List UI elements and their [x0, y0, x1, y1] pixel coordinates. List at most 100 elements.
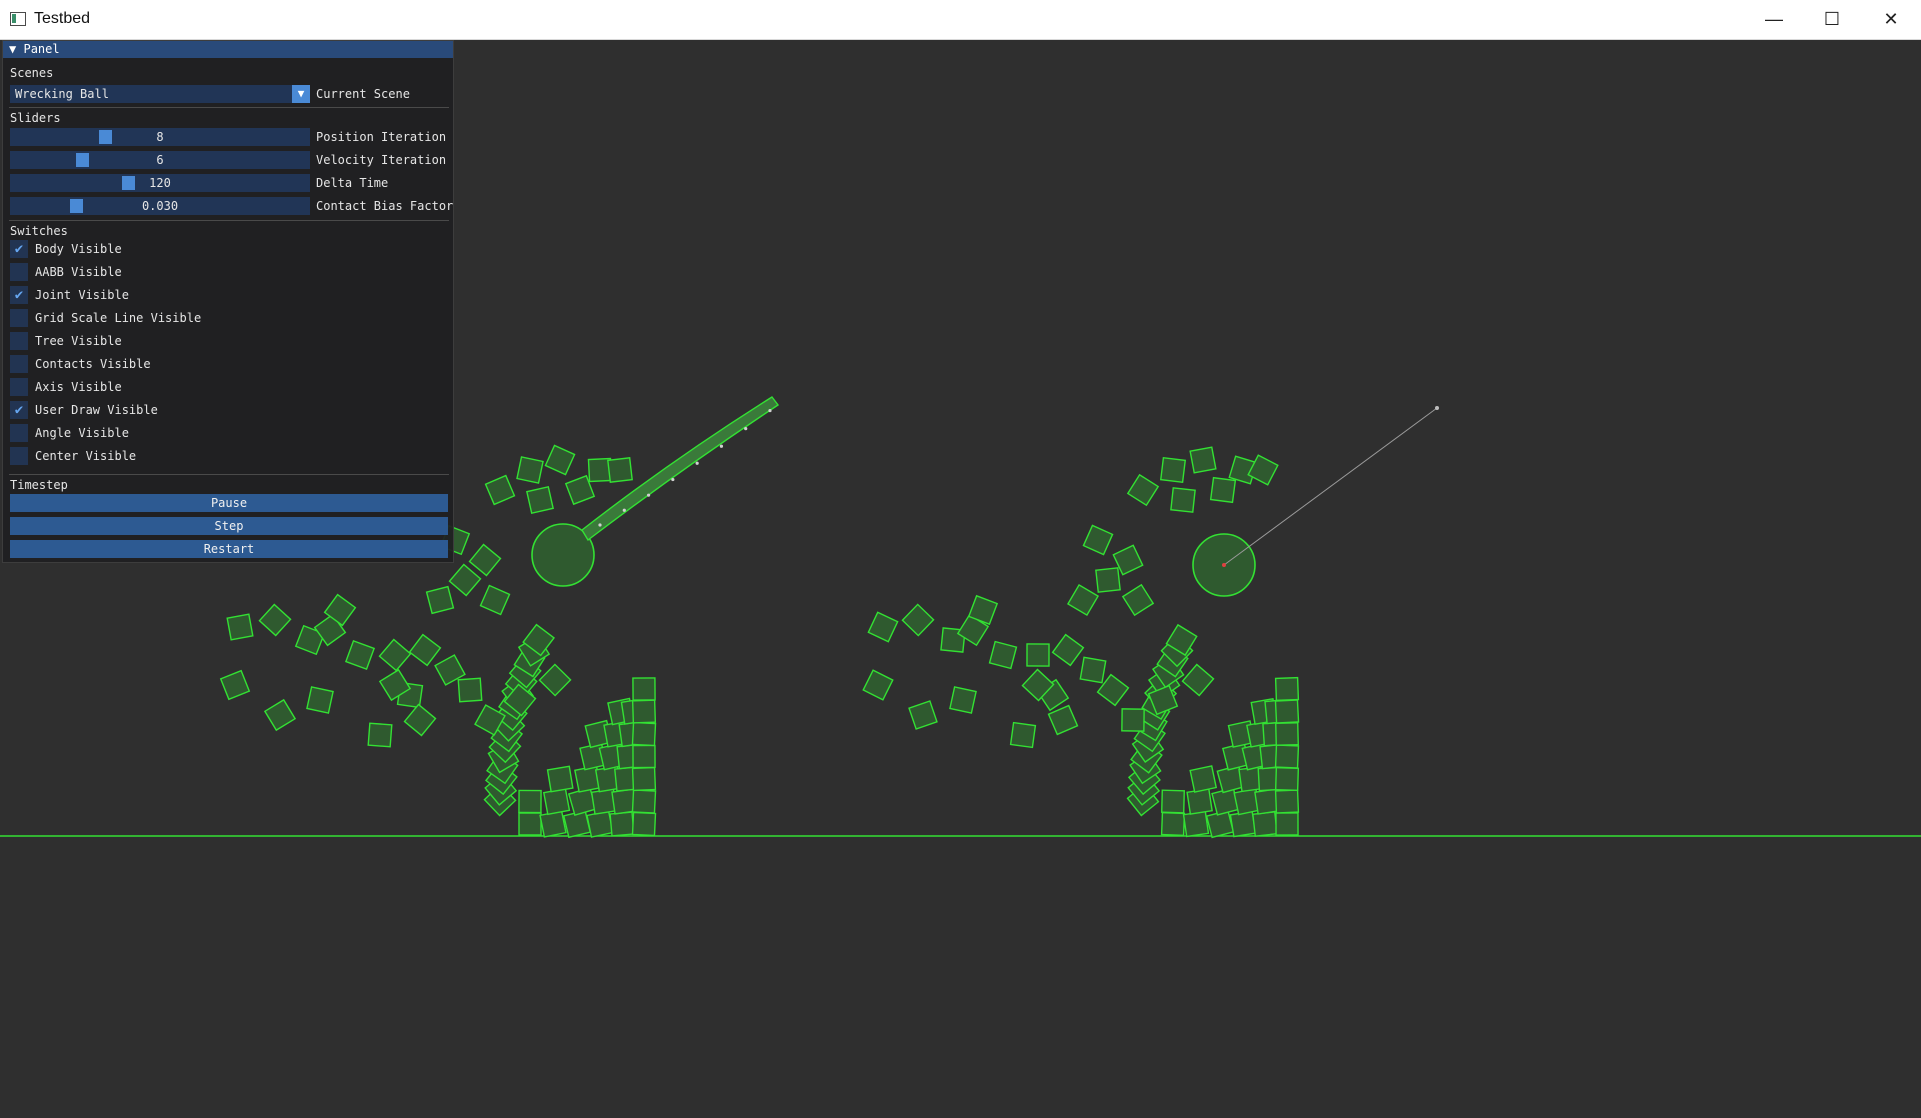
slider-1[interactable]: 6 — [10, 151, 310, 169]
box-body — [344, 639, 376, 671]
box-body — [546, 765, 574, 793]
timestep-section-label: Timestep — [10, 478, 68, 492]
restart-button[interactable]: Restart — [10, 540, 448, 558]
anchor-point — [1222, 563, 1226, 567]
current-scene-label: Current Scene — [316, 87, 410, 101]
box-body — [867, 611, 899, 643]
box-body — [1079, 656, 1107, 684]
checkbox[interactable]: ✔ — [10, 286, 28, 304]
box-body — [367, 722, 393, 748]
checkbox[interactable] — [10, 355, 28, 373]
checkbox-label: Grid Scale Line Visible — [35, 311, 202, 325]
box-body — [1181, 663, 1215, 697]
box-body — [1160, 811, 1186, 837]
checkbox[interactable] — [10, 424, 28, 442]
box-body — [1186, 788, 1213, 815]
close-icon: ✕ — [1883, 9, 1899, 29]
box-body — [1159, 456, 1187, 484]
box-body — [949, 686, 977, 714]
checkbox-label: User Draw Visible — [35, 403, 158, 417]
box-body — [306, 686, 334, 714]
box-body — [516, 456, 544, 484]
box-body — [1009, 721, 1037, 749]
checkbox-label: Body Visible — [35, 242, 122, 256]
box-body — [1274, 766, 1300, 792]
box-body — [1082, 524, 1114, 556]
window-title: Testbed — [34, 10, 91, 27]
joint-marker — [744, 426, 748, 431]
box-body — [468, 543, 502, 577]
panel-header[interactable]: ▼ Panel — [3, 41, 453, 58]
joint-marker — [646, 493, 651, 497]
box-body — [1121, 583, 1155, 617]
joint-marker — [622, 508, 626, 512]
checkbox[interactable]: ✔ — [10, 240, 28, 258]
box-body — [1121, 708, 1145, 732]
divider — [9, 220, 449, 221]
slider-0[interactable]: 8 — [10, 128, 310, 146]
checkbox[interactable]: ✔ — [10, 401, 28, 419]
scenes-section-label: Scenes — [10, 66, 54, 80]
box-body — [526, 486, 554, 514]
slider-value: 8 — [156, 130, 164, 144]
panel-title: Panel — [23, 42, 60, 56]
checkmark-icon: ✔ — [14, 402, 24, 418]
box-body — [631, 721, 657, 747]
slider-label: Contact Bias Factor — [316, 199, 454, 213]
joint-marker — [768, 408, 772, 413]
box-body — [609, 811, 635, 837]
pause-button[interactable]: Pause — [10, 494, 448, 512]
slider-label: Delta Time — [316, 176, 389, 190]
box-body — [1066, 583, 1100, 617]
collapse-arrow-icon: ▼ — [9, 42, 17, 56]
close-button[interactable]: ✕ — [1862, 0, 1920, 39]
box-body — [1051, 633, 1085, 667]
chevron-down-icon[interactable]: ▼ — [292, 85, 310, 103]
maximize-button[interactable]: ☐ — [1803, 0, 1861, 39]
switches-section-label: Switches — [10, 224, 68, 238]
checkmark-icon: ✔ — [14, 287, 24, 303]
box-body — [1189, 765, 1218, 793]
checkbox[interactable] — [10, 263, 28, 281]
box-body — [1182, 810, 1210, 838]
box-body — [1275, 812, 1299, 836]
box-body — [1252, 811, 1278, 837]
checkbox[interactable] — [10, 332, 28, 350]
box-body — [586, 810, 614, 838]
box-body — [408, 633, 442, 667]
box-body — [901, 603, 935, 637]
divider — [9, 474, 449, 475]
app-window-icon — [10, 12, 26, 26]
title-bar: Testbed — ☐ ✕ — [0, 0, 1921, 40]
box-body — [457, 677, 483, 703]
box-body — [1047, 704, 1079, 736]
slider-value: 120 — [149, 176, 171, 190]
box-body — [1274, 676, 1300, 702]
box-body — [1161, 789, 1185, 814]
box-body — [1274, 744, 1300, 769]
box-body — [258, 603, 292, 637]
checkbox-label: Angle Visible — [35, 426, 129, 440]
scene-select[interactable]: Wrecking Ball ▼ — [10, 85, 310, 103]
checkbox-label: Joint Visible — [35, 288, 129, 302]
rope-right — [1223, 407, 1438, 566]
box-body — [1189, 446, 1217, 474]
box-body — [378, 638, 412, 672]
checkbox[interactable] — [10, 447, 28, 465]
checkbox[interactable] — [10, 309, 28, 327]
checkbox-label: Tree Visible — [35, 334, 122, 348]
slider-label: Velocity Iteration — [316, 153, 447, 167]
step-button[interactable]: Step — [10, 517, 448, 535]
minimize-button[interactable]: — — [1745, 0, 1803, 39]
slider-3[interactable]: 0.030 — [10, 197, 310, 215]
checkbox[interactable] — [10, 378, 28, 396]
slider-2[interactable]: 120 — [10, 174, 310, 192]
sliders-section-label: Sliders — [10, 111, 61, 125]
box-body — [1095, 567, 1121, 593]
box-body — [1209, 476, 1237, 504]
joint-marker — [598, 523, 602, 527]
box-body — [425, 585, 455, 615]
box-body — [1274, 699, 1300, 724]
box-body — [403, 703, 437, 737]
scene-select-value: Wrecking Ball — [15, 87, 109, 101]
